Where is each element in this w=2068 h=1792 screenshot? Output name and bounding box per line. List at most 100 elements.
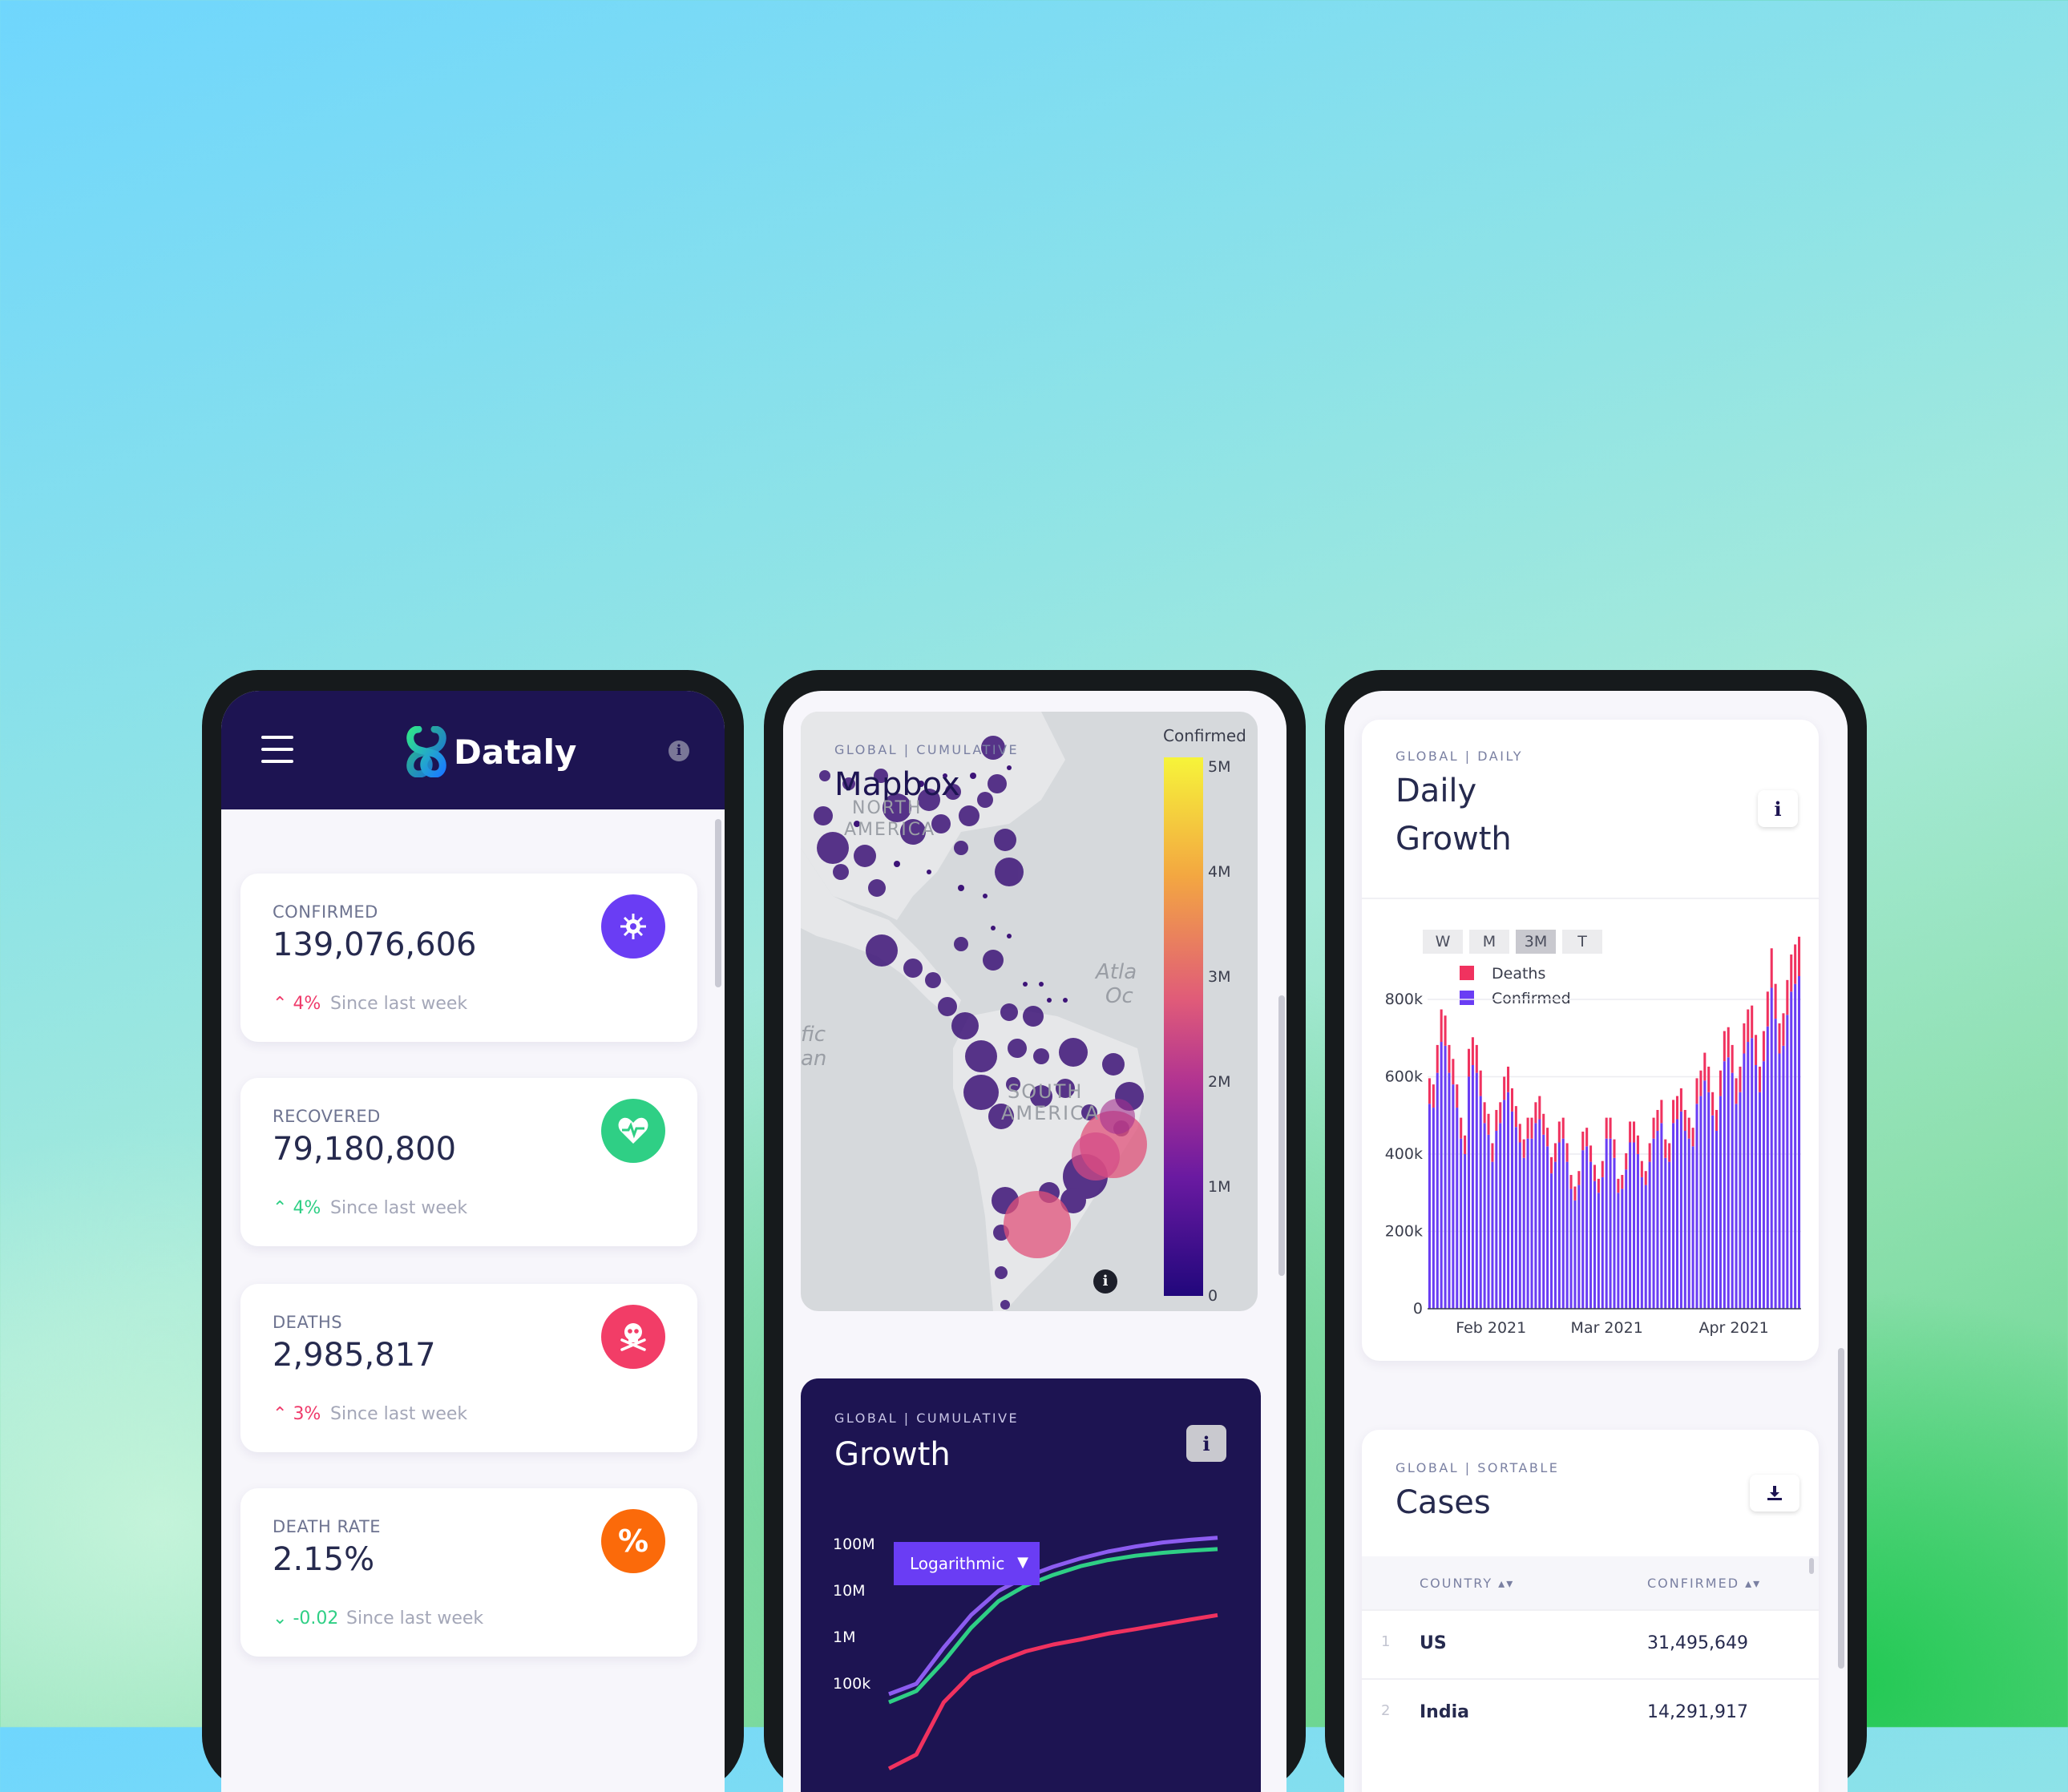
bar-confirmed[interactable] <box>1589 1161 1593 1309</box>
bar-confirmed[interactable] <box>1755 1064 1758 1309</box>
bar-confirmed[interactable] <box>1432 1108 1435 1309</box>
bar-confirmed[interactable] <box>1444 1045 1447 1309</box>
bar-deaths[interactable] <box>1514 1106 1517 1128</box>
bar-deaths[interactable] <box>1735 1078 1738 1104</box>
bar-confirmed[interactable] <box>1715 1131 1719 1309</box>
bar-deaths[interactable] <box>1711 1092 1715 1116</box>
bar-confirmed[interactable] <box>1613 1157 1616 1309</box>
bar-confirmed[interactable] <box>1731 1072 1734 1309</box>
bar-confirmed[interactable] <box>1798 976 1801 1309</box>
bar-deaths[interactable] <box>1452 1059 1455 1085</box>
bar-confirmed[interactable] <box>1743 1053 1746 1309</box>
bar-confirmed[interactable] <box>1625 1169 1628 1309</box>
bar-deaths[interactable] <box>1460 1117 1463 1139</box>
bar-deaths[interactable] <box>1695 1078 1698 1104</box>
bar-confirmed[interactable] <box>1510 1111 1513 1309</box>
bar-confirmed[interactable] <box>1561 1138 1565 1309</box>
bar-deaths[interactable] <box>1613 1139 1616 1158</box>
bar-deaths[interactable] <box>1633 1121 1636 1143</box>
bar-deaths[interactable] <box>1448 1044 1451 1073</box>
bar-deaths[interactable] <box>1432 1084 1435 1108</box>
bar-deaths[interactable] <box>1747 1009 1750 1043</box>
column-header-confirmed[interactable]: CONFIRMED ▴▾ <box>1647 1576 1761 1591</box>
bar-confirmed[interactable] <box>1601 1177 1604 1309</box>
bar-confirmed[interactable] <box>1553 1161 1557 1309</box>
bar-confirmed[interactable] <box>1483 1123 1486 1309</box>
table-row[interactable]: 2 India 14,291,917 <box>1362 1678 1819 1749</box>
bar-deaths[interactable] <box>1629 1121 1632 1143</box>
bar-confirmed[interactable] <box>1593 1181 1596 1309</box>
bar-deaths[interactable] <box>1664 1139 1667 1158</box>
bar-deaths[interactable] <box>1636 1135 1639 1154</box>
bar-deaths[interactable] <box>1770 948 1773 988</box>
series-line-deaths[interactable] <box>887 1612 1218 1771</box>
bar-deaths[interactable] <box>1546 1128 1549 1147</box>
bar-confirmed[interactable] <box>1664 1157 1667 1309</box>
bar-confirmed[interactable] <box>1542 1134 1545 1309</box>
bar-deaths[interactable] <box>1507 1066 1510 1092</box>
bar-deaths[interactable] <box>1464 1135 1467 1154</box>
bar-confirmed[interactable] <box>1440 1042 1443 1309</box>
bar-confirmed[interactable] <box>1656 1131 1659 1309</box>
bar-deaths[interactable] <box>1727 1027 1730 1058</box>
menu-icon[interactable] <box>261 736 293 763</box>
bar-confirmed[interactable] <box>1499 1123 1502 1309</box>
bar-deaths[interactable] <box>1640 1160 1643 1177</box>
bar-deaths[interactable] <box>1762 1031 1765 1062</box>
bar-deaths[interactable] <box>1617 1178 1620 1193</box>
bar-deaths[interactable] <box>1703 1052 1707 1081</box>
bar-confirmed[interactable] <box>1514 1127 1517 1309</box>
bar-confirmed[interactable] <box>1679 1111 1682 1309</box>
bar-deaths[interactable] <box>1573 1186 1577 1201</box>
bar-deaths[interactable] <box>1557 1121 1561 1143</box>
bar-deaths[interactable] <box>1652 1117 1655 1139</box>
bar-deaths[interactable] <box>1597 1178 1600 1193</box>
bar-deaths[interactable] <box>1456 1084 1459 1108</box>
bar-confirmed[interactable] <box>1518 1142 1521 1310</box>
bar-confirmed[interactable] <box>1577 1185 1581 1309</box>
bar-confirmed[interactable] <box>1707 1092 1711 1309</box>
bar-deaths[interactable] <box>1487 1113 1490 1135</box>
bar-confirmed[interactable] <box>1668 1161 1671 1309</box>
scrollbar[interactable] <box>1838 1348 1844 1669</box>
bar-deaths[interactable] <box>1605 1117 1608 1139</box>
bar-deaths[interactable] <box>1648 1143 1651 1162</box>
bar-confirmed[interactable] <box>1782 1045 1785 1309</box>
bar-deaths[interactable] <box>1644 1171 1647 1185</box>
bar-deaths[interactable] <box>1503 1076 1506 1100</box>
bar-confirmed[interactable] <box>1495 1131 1498 1309</box>
bar-deaths[interactable] <box>1510 1088 1513 1112</box>
bar-confirmed[interactable] <box>1644 1185 1647 1309</box>
bar-deaths[interactable] <box>1625 1153 1628 1170</box>
bar-deaths[interactable] <box>1707 1066 1711 1092</box>
bar-confirmed[interactable] <box>1633 1142 1636 1310</box>
bar-confirmed[interactable] <box>1569 1189 1573 1309</box>
bar-confirmed[interactable] <box>1467 1076 1471 1309</box>
bar-confirmed[interactable] <box>1471 1064 1474 1309</box>
bar-confirmed[interactable] <box>1530 1138 1533 1309</box>
bar-confirmed[interactable] <box>1758 1092 1762 1309</box>
bar-confirmed[interactable] <box>1672 1123 1675 1309</box>
bar-deaths[interactable] <box>1522 1139 1525 1158</box>
bar-confirmed[interactable] <box>1648 1161 1651 1309</box>
bar-deaths[interactable] <box>1585 1128 1589 1147</box>
bar-deaths[interactable] <box>1798 936 1801 976</box>
bar-deaths[interactable] <box>1739 1066 1742 1092</box>
bar-deaths[interactable] <box>1565 1143 1569 1162</box>
info-icon[interactable]: i <box>668 741 689 761</box>
bar-confirmed[interactable] <box>1557 1142 1561 1310</box>
bar-confirmed[interactable] <box>1534 1123 1537 1309</box>
bar-confirmed[interactable] <box>1711 1115 1715 1309</box>
bar-deaths[interactable] <box>1687 1117 1690 1139</box>
bar-confirmed[interactable] <box>1660 1123 1663 1309</box>
bar-confirmed[interactable] <box>1770 987 1773 1309</box>
bar-confirmed[interactable] <box>1526 1138 1529 1309</box>
bar-deaths[interactable] <box>1675 1096 1679 1120</box>
bar-deaths[interactable] <box>1758 1066 1762 1092</box>
bar-deaths[interactable] <box>1589 1145 1593 1162</box>
bar-deaths[interactable] <box>1790 954 1793 992</box>
bar-deaths[interactable] <box>1679 1088 1682 1112</box>
bar-confirmed[interactable] <box>1452 1084 1455 1309</box>
bar-deaths[interactable] <box>1609 1117 1612 1139</box>
bar-deaths[interactable] <box>1561 1117 1565 1139</box>
